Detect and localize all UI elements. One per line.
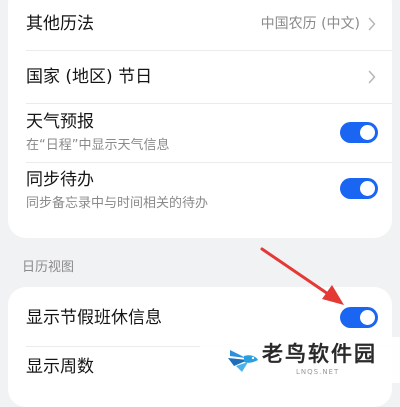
other-calendars-label: 其他历法 [26,14,94,34]
watermark: 老鸟软件园 LNQS.NET [200,337,400,383]
holiday-work-info-toggle[interactable] [340,307,378,328]
toggle-knob [360,181,375,196]
sync-todos-description: 同步备忘录中与时间相关的待办 [26,196,209,211]
weather-forecast-description: 在“日程”中显示天气信息 [26,138,170,153]
sync-todos-row: 同步待办 同步备忘录中与时间相关的待办 [8,163,392,223]
sync-todos-toggle[interactable] [340,178,378,199]
bird-logo-icon [228,350,258,372]
calendar-settings-card: 其他历法 中国农历 (中文) 国家 (地区) 节日 天气预报 在“日程”中显示天… [8,0,392,238]
other-calendars-value: 中国农历 (中文) [260,16,360,32]
chevron-right-icon [368,17,376,31]
week-numbers-label: 显示周数 [26,357,94,377]
weather-forecast-toggle[interactable] [340,122,378,143]
holidays-row[interactable]: 国家 (地区) 节日 [8,51,392,103]
calendar-view-section-header: 日历视图 [22,260,75,275]
watermark-text: 老鸟软件园 [262,342,377,366]
sync-todos-label: 同步待办 [26,170,94,190]
weather-forecast-row: 天气预报 在“日程”中显示天气信息 [8,104,392,162]
watermark-url: LNQS.NET [296,368,340,376]
toggle-knob [360,310,375,325]
holiday-work-info-label: 显示节假班休信息 [26,308,162,328]
other-calendars-row[interactable]: 其他历法 中国农历 (中文) [8,0,392,50]
chevron-right-icon [368,70,376,84]
holidays-label: 国家 (地区) 节日 [26,67,153,87]
weather-forecast-label: 天气预报 [26,112,94,132]
toggle-knob [360,125,375,140]
